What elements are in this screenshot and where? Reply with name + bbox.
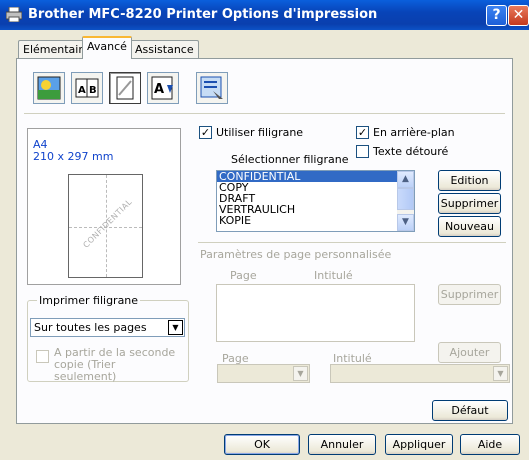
add-custom-button[interactable]: Ajouter	[438, 342, 501, 363]
custom-page-col-title: Intitulé	[314, 269, 353, 282]
chevron-down-icon[interactable]: ▼	[293, 366, 308, 381]
help-icon[interactable]: ?	[486, 5, 507, 26]
watermark-list[interactable]: CONFIDENTIAL COPY DRAFT VERTRAULICH KOPI…	[216, 170, 415, 232]
print-watermark-select[interactable]: Sur toutes les pages ▼	[30, 318, 185, 337]
color-settings-icon[interactable]	[33, 72, 65, 104]
paper-size: 210 x 297 mm	[33, 150, 114, 163]
print-watermark-legend: Imprimer filigrane	[37, 294, 141, 307]
edit-button[interactable]: Edition	[438, 170, 501, 191]
outline-text-checkbox[interactable]	[356, 145, 369, 158]
svg-text:B: B	[89, 85, 97, 96]
print-options-dialog: Brother MFC-8220 Printer Options d'impre…	[0, 0, 529, 460]
title-bar[interactable]: Brother MFC-8220 Printer Options d'impre…	[0, 0, 529, 30]
background-checkbox[interactable]: ✓	[356, 126, 369, 139]
cancel-button[interactable]: Annuler	[308, 434, 376, 455]
from-second-copy-checkbox[interactable]	[36, 350, 49, 363]
delete-custom-button[interactable]: Supprimer	[438, 284, 501, 305]
background-label: En arrière-plan	[373, 126, 455, 139]
custom-page-heading: Paramètres de page personnalisée	[200, 248, 392, 261]
new-watermark-button[interactable]: Nouveau	[438, 216, 501, 237]
chevron-down-icon[interactable]: ▼	[168, 320, 183, 335]
scroll-up-icon[interactable]: ▲	[397, 171, 414, 188]
printer-icon	[6, 7, 22, 22]
chevron-down-icon[interactable]: ▼	[493, 366, 508, 381]
use-watermark-label: Utiliser filigrane	[216, 126, 304, 139]
scroll-thumb[interactable]	[397, 188, 414, 210]
svg-text:A: A	[154, 82, 164, 97]
page-setup-icon[interactable]: A	[147, 72, 179, 104]
watermark-icon[interactable]	[109, 72, 141, 104]
print-watermark-value: Sur toutes les pages	[34, 321, 147, 334]
use-watermark-checkbox[interactable]: ✓	[199, 126, 212, 139]
svg-text:A: A	[78, 85, 86, 96]
toolbar-separator	[24, 113, 505, 114]
tab-avance[interactable]: Avancé	[82, 36, 132, 59]
delete-watermark-button[interactable]: Supprimer	[438, 193, 501, 214]
scroll-down-icon[interactable]: ▼	[397, 214, 414, 231]
list-scrollbar[interactable]: ▲ ▼	[397, 171, 414, 231]
custom-page-col-page: Page	[230, 269, 257, 282]
title-select[interactable]: ▼	[330, 364, 510, 383]
page-preview: CONFIDENTIAL	[68, 174, 143, 278]
apply-button[interactable]: Appliquer	[385, 434, 453, 455]
custom-page-list[interactable]	[216, 284, 415, 342]
from-second-copy-label: A partir de la seconde copie (Trier seul…	[54, 346, 176, 383]
tab-assistance[interactable]: Assistance	[130, 40, 199, 58]
device-options-icon[interactable]	[196, 72, 228, 104]
page-select[interactable]: ▼	[217, 364, 310, 383]
duplex-icon[interactable]: A B	[71, 72, 103, 104]
outline-text-label: Texte détouré	[373, 145, 449, 158]
select-watermark-label: Sélectionner filigrane	[231, 153, 349, 166]
ok-button[interactable]: OK	[224, 434, 300, 455]
help-button[interactable]: Aide	[460, 434, 520, 455]
watermark-preview-text: CONFIDENTIAL	[81, 197, 134, 250]
default-button[interactable]: Défaut	[432, 400, 508, 421]
list-item[interactable]: KOPIE	[217, 215, 414, 226]
custom-page-separator	[198, 242, 506, 243]
close-icon[interactable]: ✕	[508, 5, 529, 26]
window-title: Brother MFC-8220 Printer Options d'impre…	[28, 7, 378, 22]
